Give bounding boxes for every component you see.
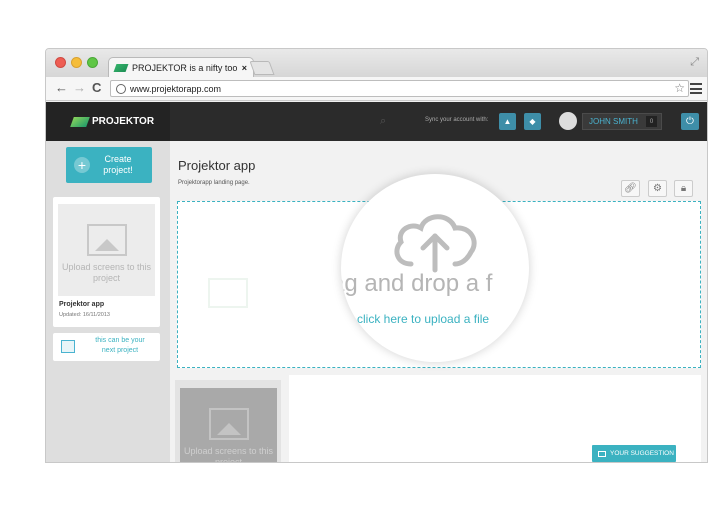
image-icon — [61, 340, 75, 353]
logo-icon — [70, 116, 90, 127]
app-header: PROJEKTOR ⌕ Sync your account with: ▲ ◆ … — [46, 102, 707, 141]
back-icon[interactable]: ← — [55, 81, 68, 95]
suggestion-label: YOUR SUGGESTION — [610, 450, 674, 457]
globe-icon — [116, 83, 126, 94]
screen-list: Upload screens to this project — [175, 380, 281, 463]
project-updated: Updated: 16/11/2013 — [59, 312, 110, 318]
avatar[interactable] — [559, 112, 577, 130]
forward-icon[interactable]: → — [73, 81, 86, 95]
new-tab-button[interactable] — [249, 61, 275, 75]
favicon-icon — [113, 64, 129, 72]
reload-icon[interactable]: C — [92, 81, 101, 95]
link-icon[interactable]: 🔗︎ — [621, 180, 640, 197]
power-icon[interactable]: ⏻ — [681, 113, 699, 130]
next-project-card[interactable]: this can be your next project — [53, 333, 160, 361]
tab-title: PROJEKTOR is a nifty tool to — [132, 63, 238, 73]
create-project-label: Create project! — [103, 154, 133, 175]
notification-count-badge[interactable]: 0 — [646, 116, 657, 127]
bookmark-star-icon[interactable]: ☆ — [674, 81, 685, 95]
minimize-window-button[interactable] — [71, 57, 82, 68]
dropbox-button[interactable]: ◆ — [524, 113, 541, 130]
screen-thumbnail[interactable]: Upload screens to this project — [180, 388, 277, 463]
plus-icon: + — [74, 157, 90, 173]
menu-icon[interactable] — [690, 83, 702, 94]
chat-icon — [598, 450, 606, 457]
address-bar[interactable]: www.projektorapp.com ☆ — [110, 80, 689, 97]
sidebar: + Create project! Upload screens to this… — [46, 141, 170, 462]
lock-icon[interactable]: 🔒︎ — [674, 180, 693, 197]
upload-placeholder-text: Upload screens to this project — [183, 446, 274, 463]
project-thumbnail[interactable]: Upload screens to this project — [58, 204, 155, 296]
gear-icon[interactable]: ⚙ — [648, 180, 667, 197]
image-placeholder-icon — [86, 224, 127, 256]
dropzone-title: rag and drop a f — [341, 270, 493, 297]
create-project-button[interactable]: + Create project! — [66, 147, 152, 183]
upload-placeholder-text: Upload screens to this project — [61, 262, 152, 283]
logo[interactable]: PROJEKTOR — [46, 102, 170, 141]
suggestion-button[interactable]: YOUR SUGGESTION — [592, 445, 676, 462]
sync-label: Sync your account with: — [425, 117, 489, 123]
title-bar: PROJEKTOR is a nifty tool to × ⤢ — [46, 49, 707, 78]
url-text: www.projektorapp.com — [130, 83, 222, 94]
page-subtitle: Projektorapp landing page. — [178, 180, 250, 186]
page-title: Projektor app — [178, 158, 256, 173]
google-drive-button[interactable]: ▲ — [499, 113, 516, 130]
next-project-text: this can be your next project — [95, 337, 145, 354]
maximize-window-button[interactable] — [87, 57, 98, 68]
fullscreen-icon[interactable]: ⤢ — [690, 56, 699, 69]
image-placeholder-icon — [208, 408, 249, 440]
search-icon[interactable]: ⌕ — [380, 115, 386, 128]
logo-text: PROJEKTOR — [92, 116, 155, 127]
tab-close-icon[interactable]: × — [242, 63, 247, 73]
close-window-button[interactable] — [55, 57, 66, 68]
project-name: Projektor app — [59, 301, 105, 308]
project-card[interactable]: Upload screens to this project Projektor… — [53, 197, 160, 327]
zoom-magnifier: rag and drop a f or click here to upload… — [341, 174, 529, 362]
dropzone-upload-link[interactable]: or click here to upload a file — [343, 312, 529, 326]
image-icon — [208, 278, 248, 308]
browser-tab[interactable]: PROJEKTOR is a nifty tool to × — [108, 57, 254, 78]
browser-toolbar: ← → C www.projektorapp.com ☆ — [46, 77, 707, 101]
cloud-upload-icon[interactable] — [391, 206, 481, 276]
